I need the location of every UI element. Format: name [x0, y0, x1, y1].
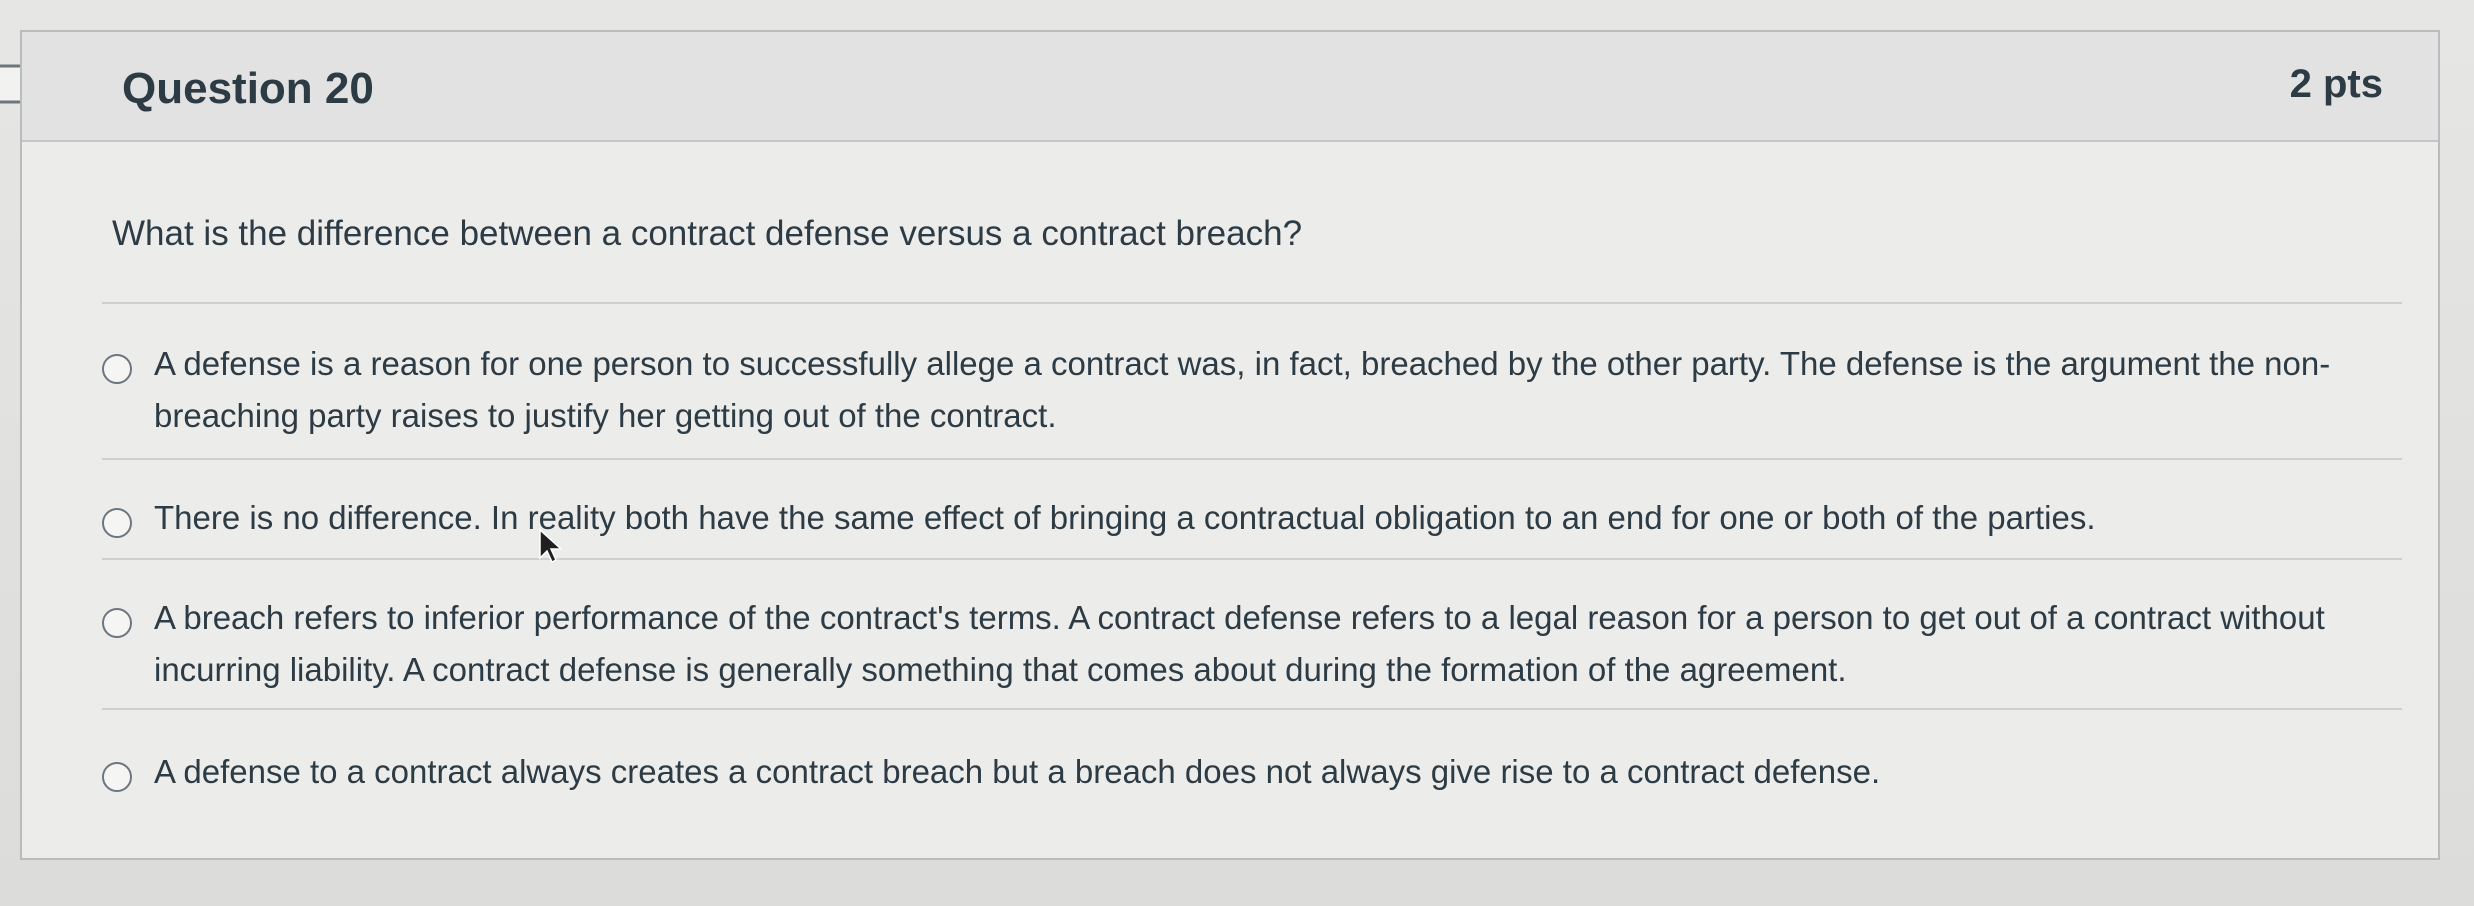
- mouse-pointer-icon: [539, 528, 563, 564]
- divider: [102, 302, 2402, 304]
- divider: [102, 558, 2402, 560]
- answer-text: There is no difference. In reality both …: [154, 499, 2096, 536]
- answer-text: A defense is a reason for one person to …: [154, 345, 2331, 434]
- answer-option-2[interactable]: There is no difference. In reality both …: [102, 499, 2402, 544]
- radio-button[interactable]: [102, 508, 132, 538]
- divider: [102, 458, 2402, 460]
- question-title: Question 20: [122, 64, 374, 113]
- question-card: Question 20 2 pts What is the difference…: [20, 30, 2440, 860]
- divider: [102, 708, 2402, 710]
- radio-button[interactable]: [102, 608, 132, 638]
- quiz-page: Question 20 2 pts What is the difference…: [0, 0, 2474, 906]
- radio-button[interactable]: [102, 762, 132, 792]
- question-points: 2 pts: [2289, 62, 2383, 106]
- radio-button[interactable]: [102, 354, 132, 384]
- question-header: Question 20 2 pts: [22, 32, 2438, 142]
- answer-option-3[interactable]: A breach refers to inferior performance …: [102, 599, 2402, 696]
- answer-option-1[interactable]: A defense is a reason for one person to …: [102, 345, 2402, 442]
- question-prompt: What is the difference between a contrac…: [112, 214, 1303, 253]
- answer-text: A breach refers to inferior performance …: [154, 599, 2325, 688]
- answer-option-4[interactable]: A defense to a contract always creates a…: [102, 753, 2402, 798]
- answer-text: A defense to a contract always creates a…: [154, 753, 1881, 790]
